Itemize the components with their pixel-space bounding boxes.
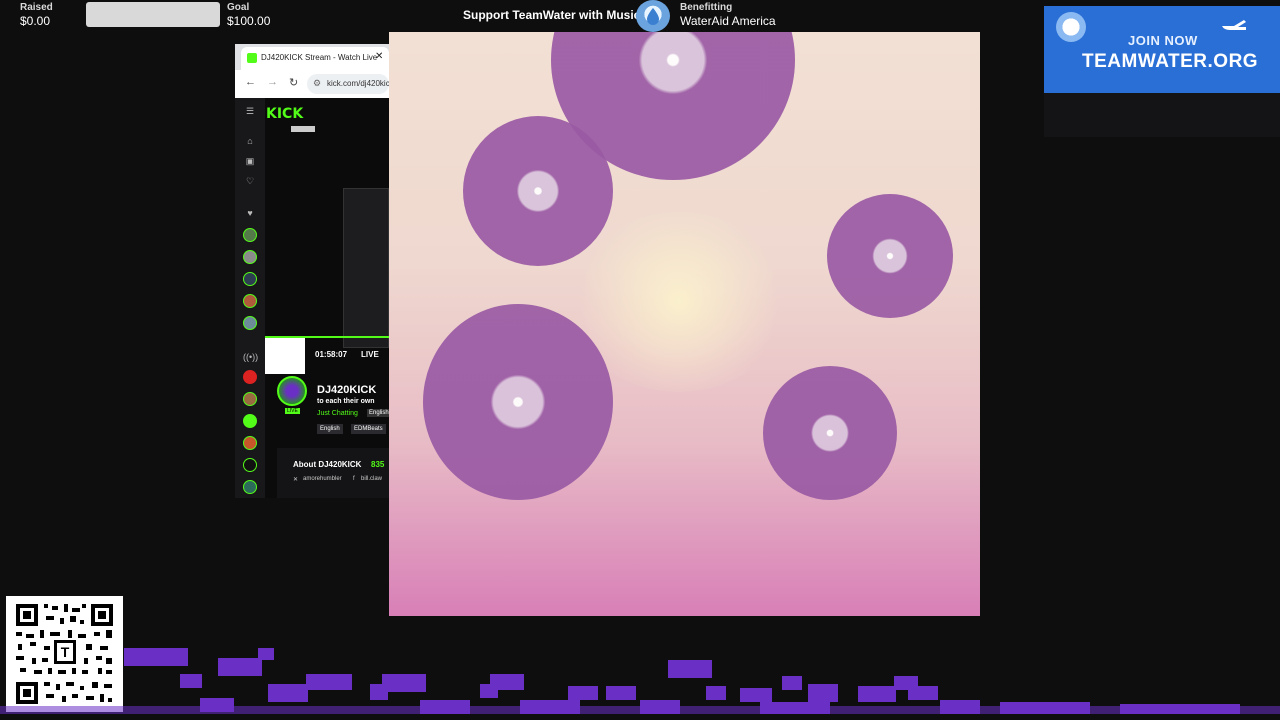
url-text: kick.com/dj420kick bbox=[327, 79, 389, 88]
browser-toolbar: ← → ↻ ⚙ kick.com/dj420kick bbox=[235, 70, 389, 98]
visualizer-pixel-block bbox=[782, 676, 802, 690]
stream-tag[interactable]: English bbox=[317, 424, 343, 434]
join-teamwater-banner[interactable]: JOIN NOW TEAMWATER.ORG bbox=[1044, 6, 1280, 93]
visualizer-pixel-block bbox=[268, 684, 308, 702]
channel-name[interactable]: DJ420KICK bbox=[317, 384, 376, 396]
about-panel: About DJ420KICK 835 ✕ amorehumbler f bil… bbox=[277, 448, 389, 498]
visualizer-pixel-block bbox=[606, 686, 636, 700]
visualizer-pixel-block bbox=[218, 658, 262, 676]
browser-tab[interactable]: DJ420KICK Stream - Watch Live ✕ bbox=[241, 47, 389, 70]
site-settings-icon[interactable]: ⚙ bbox=[313, 78, 321, 89]
kick-main-area: KICK 01:58:07 LIVE LIVE DJ420KICK to eac… bbox=[265, 98, 389, 498]
raised-value: $0.00 bbox=[20, 14, 51, 28]
channel-avatar[interactable] bbox=[243, 250, 257, 264]
channel-avatar[interactable] bbox=[243, 316, 257, 330]
visualizer-pixel-block bbox=[668, 660, 712, 678]
language-tag[interactable]: English bbox=[367, 409, 389, 417]
browse-icon[interactable]: ▣ bbox=[243, 154, 257, 168]
benefitting-value: WaterAid America bbox=[680, 14, 776, 28]
visualizer-pixel-block bbox=[808, 684, 838, 702]
vinyl-record bbox=[423, 304, 613, 500]
vinyl-record bbox=[827, 194, 953, 318]
visualizer-pixel-block bbox=[180, 674, 202, 688]
live-icon[interactable]: ((•)) bbox=[243, 350, 258, 364]
visualizer-pixel-block bbox=[740, 688, 772, 702]
visualizer-pixel-block bbox=[258, 648, 274, 660]
qr-thumbnail bbox=[265, 338, 305, 374]
channel-avatar[interactable] bbox=[243, 414, 257, 428]
visualizer-pixel-block bbox=[908, 686, 938, 700]
music-visualizer-video bbox=[389, 32, 980, 616]
close-icon[interactable]: ✕ bbox=[375, 51, 383, 62]
favorites-heart-icon[interactable]: ♥ bbox=[243, 206, 257, 220]
following-icon[interactable]: ♡ bbox=[243, 174, 257, 188]
browser-capture: DJ420KICK Stream - Watch Live ✕ ← → ↻ ⚙ … bbox=[235, 44, 389, 498]
channel-avatar[interactable] bbox=[243, 272, 257, 286]
kick-logo[interactable]: KICK bbox=[266, 106, 303, 122]
back-icon[interactable]: ← bbox=[245, 76, 256, 88]
benefitting-label: Benefitting bbox=[680, 2, 733, 13]
facebook-icon[interactable]: f bbox=[353, 476, 355, 482]
visualizer-pixel-block bbox=[490, 674, 524, 690]
channel-avatar[interactable] bbox=[243, 228, 257, 242]
goal-value: $100.00 bbox=[227, 14, 271, 28]
water-drop-icon bbox=[636, 0, 670, 32]
channel-avatar[interactable] bbox=[243, 392, 257, 406]
channel-avatar[interactable] bbox=[243, 480, 257, 494]
pixel-visualizer bbox=[0, 640, 1280, 720]
visualizer-pixel-block bbox=[124, 648, 188, 666]
join-now-text: JOIN NOW bbox=[1128, 33, 1198, 48]
browser-tabbar: DJ420KICK Stream - Watch Live ✕ bbox=[235, 44, 389, 70]
followers-count: 835 bbox=[371, 460, 385, 469]
visualizer-pixel-block bbox=[382, 674, 426, 692]
stream-tag[interactable]: EDMBeats bbox=[351, 424, 386, 434]
channel-avatar[interactable] bbox=[243, 458, 257, 472]
x-social-icon[interactable]: ✕ bbox=[293, 476, 298, 483]
support-text: Support TeamWater with Music bbox=[463, 8, 641, 22]
home-icon[interactable]: ⌂ bbox=[243, 134, 257, 148]
stream-category[interactable]: Just Chatting bbox=[317, 410, 358, 417]
stream-duration: 01:58:07 bbox=[315, 350, 348, 359]
vinyl-record bbox=[763, 366, 897, 500]
forward-icon[interactable]: → bbox=[267, 76, 278, 88]
channel-avatar[interactable] bbox=[243, 436, 257, 450]
reload-icon[interactable]: ↻ bbox=[289, 76, 298, 89]
goal-label: Goal bbox=[227, 2, 250, 13]
visualizer-pixel-block bbox=[306, 674, 352, 690]
menu-icon[interactable]: ☰ bbox=[243, 104, 257, 118]
channel-avatar[interactable] bbox=[243, 294, 257, 308]
stream-title: to each their own bbox=[317, 398, 375, 405]
visualizer-pixel-block bbox=[568, 686, 598, 700]
visualizer-pixel-block bbox=[0, 706, 1280, 714]
raised-label: Raised bbox=[20, 2, 53, 13]
visualizer-pixel-block bbox=[858, 686, 896, 702]
teamwater-url-text: TEAMWATER.ORG bbox=[1082, 51, 1259, 72]
channel-avatar-large[interactable] bbox=[277, 376, 307, 406]
banner-backdrop bbox=[1044, 93, 1280, 137]
vinyl-record bbox=[463, 116, 613, 266]
pointing-hand-icon bbox=[1220, 14, 1250, 32]
social-fb-handle[interactable]: bill.claw bbox=[361, 476, 382, 482]
channel-avatar[interactable] bbox=[243, 370, 257, 384]
nested-preview-bar bbox=[291, 126, 315, 132]
kick-sidebar: ☰ ⌂ ▣ ♡ ♥ ((•)) bbox=[235, 98, 265, 498]
social-x-handle[interactable]: amorehumbler bbox=[303, 476, 342, 482]
nested-stream-preview bbox=[343, 188, 389, 348]
visualizer-pixel-block bbox=[706, 686, 726, 700]
live-label: LIVE bbox=[361, 350, 379, 359]
address-bar[interactable]: ⚙ kick.com/dj420kick bbox=[307, 74, 389, 94]
kick-favicon-icon bbox=[247, 53, 257, 63]
about-title: About DJ420KICK bbox=[293, 460, 362, 469]
tab-title: DJ420KICK Stream - Watch Live bbox=[261, 53, 378, 62]
donation-progress-bar bbox=[86, 2, 220, 27]
avatar-live-badge: LIVE bbox=[285, 408, 300, 414]
teamwater-logo-icon bbox=[1056, 12, 1086, 42]
